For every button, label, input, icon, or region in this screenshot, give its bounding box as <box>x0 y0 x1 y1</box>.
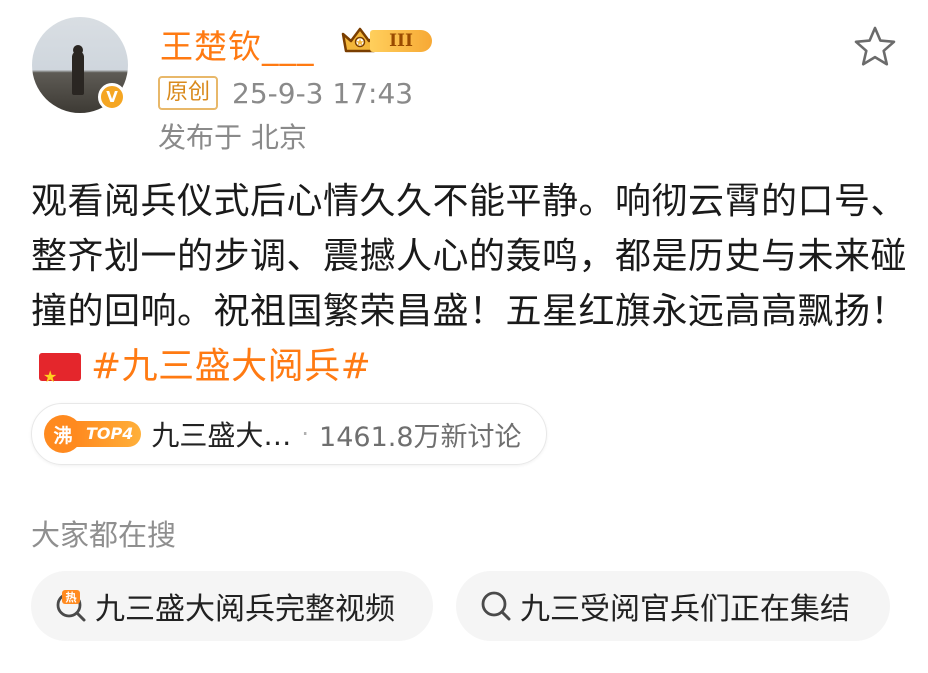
star-icon[interactable] <box>852 24 898 70</box>
topic-title: 九三盛大… <box>151 419 292 452</box>
topic-discussion-count: 1461.8万新讨论 <box>319 421 522 453</box>
china-flag-icon <box>39 349 81 404</box>
search-suggestion-text: 九三盛大阅兵完整视频 <box>95 592 395 627</box>
hashtag-link[interactable]: #九三盛大阅兵# <box>91 346 371 387</box>
rank-tag: TOP4 <box>76 421 142 447</box>
post-text: 观看阅兵仪式后心情久久不能平静。响彻云霄的口号、整齐划一的步调、震撼人心的轰鸣，… <box>31 181 908 332</box>
post-body: 观看阅兵仪式后心情久久不能平静。响彻云霄的口号、整齐划一的步调、震撼人心的轰鸣，… <box>31 174 911 404</box>
search-suggestion-2[interactable]: 九三受阅官兵们正在集结 <box>456 571 890 641</box>
hot-search-icon: 热 <box>56 590 86 622</box>
vip-level-tag: III <box>370 30 432 52</box>
svg-text:热: 热 <box>66 590 77 604</box>
post-location: 发布于 北京 <box>158 121 307 154</box>
post-timestamp: 25-9-3 17:43 <box>232 76 414 110</box>
trending-topic-card[interactable]: 沸 TOP4 九三盛大… · 1461.8万新讨论 <box>31 403 547 465</box>
post-meta: 原创 25-9-3 17:43 <box>158 76 413 110</box>
topic-separator: · <box>301 420 310 448</box>
verified-badge-icon: V <box>98 83 126 111</box>
avatar-figure-body <box>72 51 84 95</box>
search-section-label: 大家都在搜 <box>31 518 177 552</box>
original-tag: 原创 <box>158 76 219 110</box>
avatar-container[interactable]: V <box>32 17 128 113</box>
vip-crown-badge[interactable]: III <box>340 22 436 58</box>
username[interactable]: 王楚钦___ <box>160 20 315 68</box>
search-suggestion-text: 九三受阅官兵们正在集结 <box>520 592 850 627</box>
search-icon <box>481 591 511 621</box>
weibo-post-card: V 王楚钦___ III 原创 25-9-3 17:43 发布于 北京 观看阅兵… <box>0 0 928 673</box>
search-suggestion-1[interactable]: 热 九三盛大阅兵完整视频 <box>31 571 433 641</box>
